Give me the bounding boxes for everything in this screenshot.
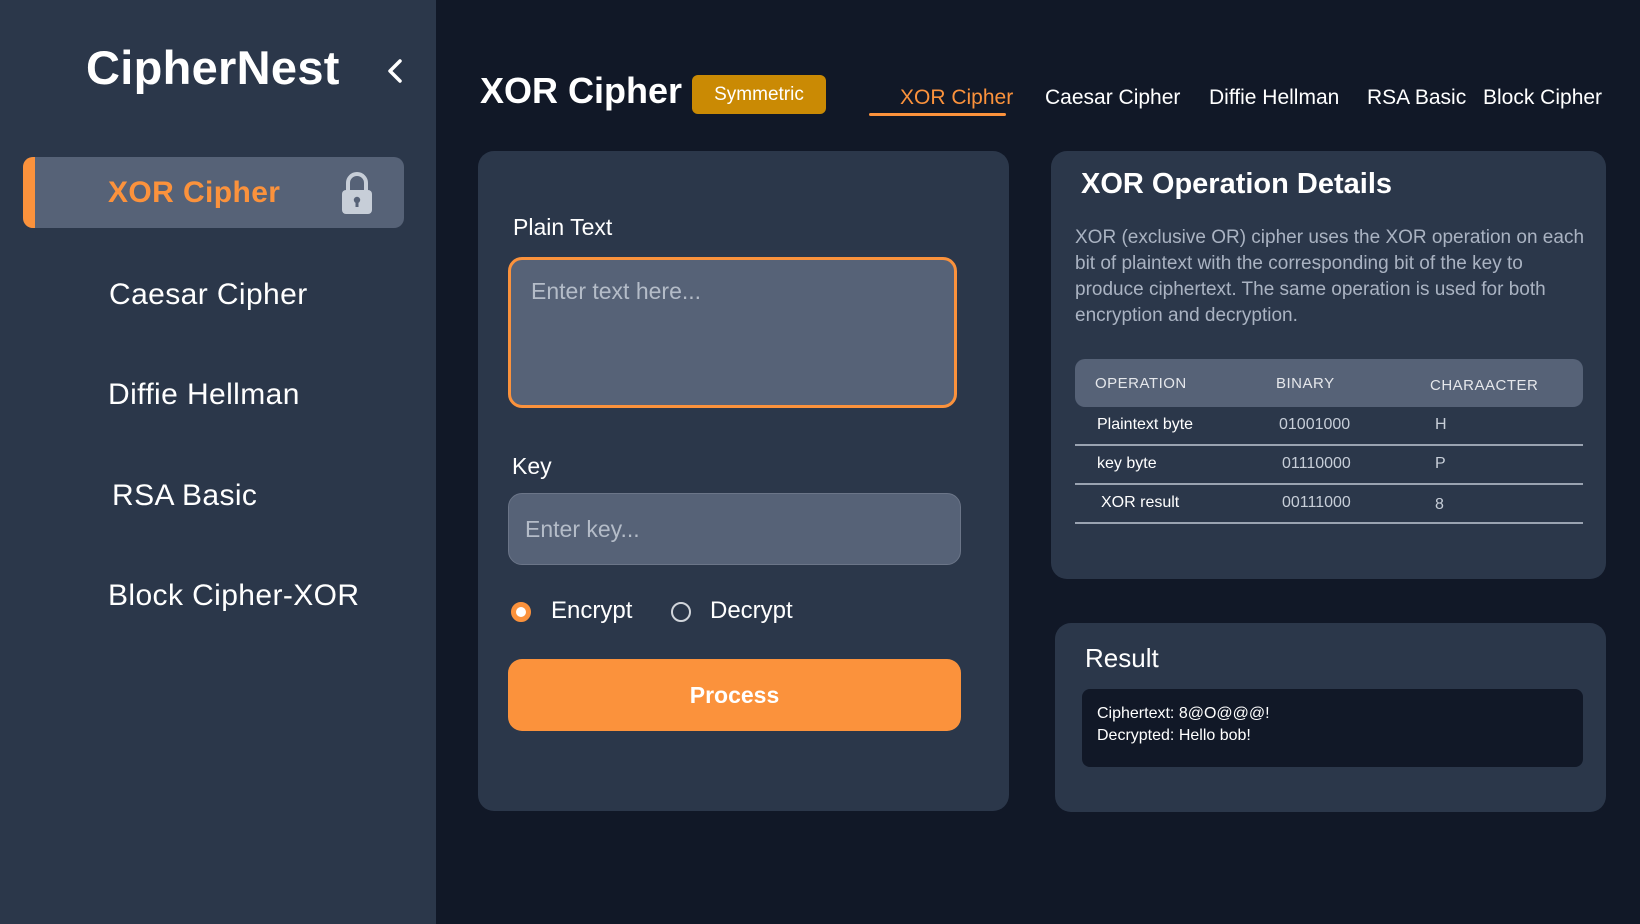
table-cell: 01001000 — [1279, 416, 1351, 433]
plain-text-label: Plain Text — [513, 214, 613, 240]
input-panel: Plain Text Key Encrypt Decrypt Process — [478, 151, 1009, 811]
active-tab-underline — [869, 113, 1006, 116]
type-badge: Symmetric — [692, 75, 826, 114]
table-header: OPERATION BINARY CHARAACTER — [1075, 359, 1583, 407]
details-title: XOR Operation Details — [1081, 168, 1393, 200]
encrypt-radio[interactable] — [511, 602, 531, 622]
table-cell: XOR result — [1101, 494, 1180, 511]
chevron-left-icon[interactable] — [382, 56, 408, 86]
xor-details-panel: XOR Operation Details XOR (exclusive OR)… — [1051, 151, 1606, 579]
table-cell: H — [1435, 416, 1447, 433]
column-header: BINARY — [1276, 375, 1335, 392]
sidebar-item-label: Block Cipher-XOR — [108, 578, 360, 612]
sidebar-item-xor-cipher[interactable]: XOR Cipher — [23, 157, 404, 228]
table-cell: P — [1435, 455, 1446, 472]
decrypt-label[interactable]: Decrypt — [710, 597, 793, 625]
table-row: Plaintext byte 01001000 H — [1075, 407, 1583, 446]
tab-caesar-cipher[interactable]: Caesar Cipher — [1045, 86, 1180, 110]
process-button[interactable]: Process — [508, 659, 961, 731]
table-row: key byte 01110000 P — [1075, 446, 1583, 485]
column-header: OPERATION — [1095, 375, 1187, 392]
table-cell: key byte — [1097, 455, 1157, 472]
table-cell: Plaintext byte — [1097, 416, 1194, 433]
result-output: Ciphertext: 8@O@@@! Decrypted: Hello bob… — [1082, 689, 1583, 767]
column-header: CHARAACTER — [1430, 377, 1539, 394]
key-label: Key — [512, 453, 552, 479]
page-title: XOR Cipher — [480, 70, 683, 111]
decrypted-output: Decrypted: Hello bob! — [1097, 727, 1251, 744]
ciphertext-output: Ciphertext: 8@O@@@! — [1097, 705, 1270, 722]
sidebar-item-block-cipher-xor[interactable]: Block Cipher-XOR — [23, 560, 404, 631]
plain-text-input[interactable] — [508, 257, 957, 408]
tab-xor-cipher[interactable]: XOR Cipher — [900, 86, 1013, 110]
sidebar-item-diffie-hellman[interactable]: Diffie Hellman — [23, 359, 404, 430]
decrypt-radio[interactable] — [671, 602, 691, 622]
result-title: Result — [1085, 643, 1159, 673]
lock-icon — [342, 172, 372, 214]
tab-block-cipher[interactable]: Block Cipher — [1483, 86, 1602, 110]
details-description: XOR (exclusive OR) cipher uses the XOR o… — [1075, 227, 1585, 326]
tab-rsa-basic[interactable]: RSA Basic — [1367, 86, 1466, 110]
table-row: XOR result 00111000 8 — [1075, 485, 1583, 524]
sidebar-item-label: XOR Cipher — [108, 175, 281, 209]
encrypt-label[interactable]: Encrypt — [551, 597, 632, 625]
tab-diffie-hellman[interactable]: Diffie Hellman — [1209, 86, 1339, 110]
sidebar: CipherNest XOR Cipher Caesar Cipher Diff… — [0, 0, 436, 924]
sidebar-item-label: RSA Basic — [112, 478, 258, 512]
sidebar-item-rsa-basic[interactable]: RSA Basic — [23, 460, 404, 531]
result-panel: Result Ciphertext: 8@O@@@! Decrypted: He… — [1055, 623, 1606, 812]
brand-logo: CipherNest — [86, 41, 340, 94]
table-cell: 01110000 — [1282, 455, 1351, 472]
active-indicator — [23, 157, 35, 228]
key-input[interactable] — [508, 493, 961, 565]
sidebar-item-label: Diffie Hellman — [108, 377, 300, 411]
sidebar-item-caesar-cipher[interactable]: Caesar Cipher — [23, 259, 404, 330]
table-cell: 00111000 — [1282, 494, 1351, 511]
sidebar-item-label: Caesar Cipher — [109, 277, 308, 311]
xor-table: OPERATION BINARY CHARAACTER Plaintext by… — [1075, 359, 1583, 524]
table-cell: 8 — [1435, 496, 1444, 513]
